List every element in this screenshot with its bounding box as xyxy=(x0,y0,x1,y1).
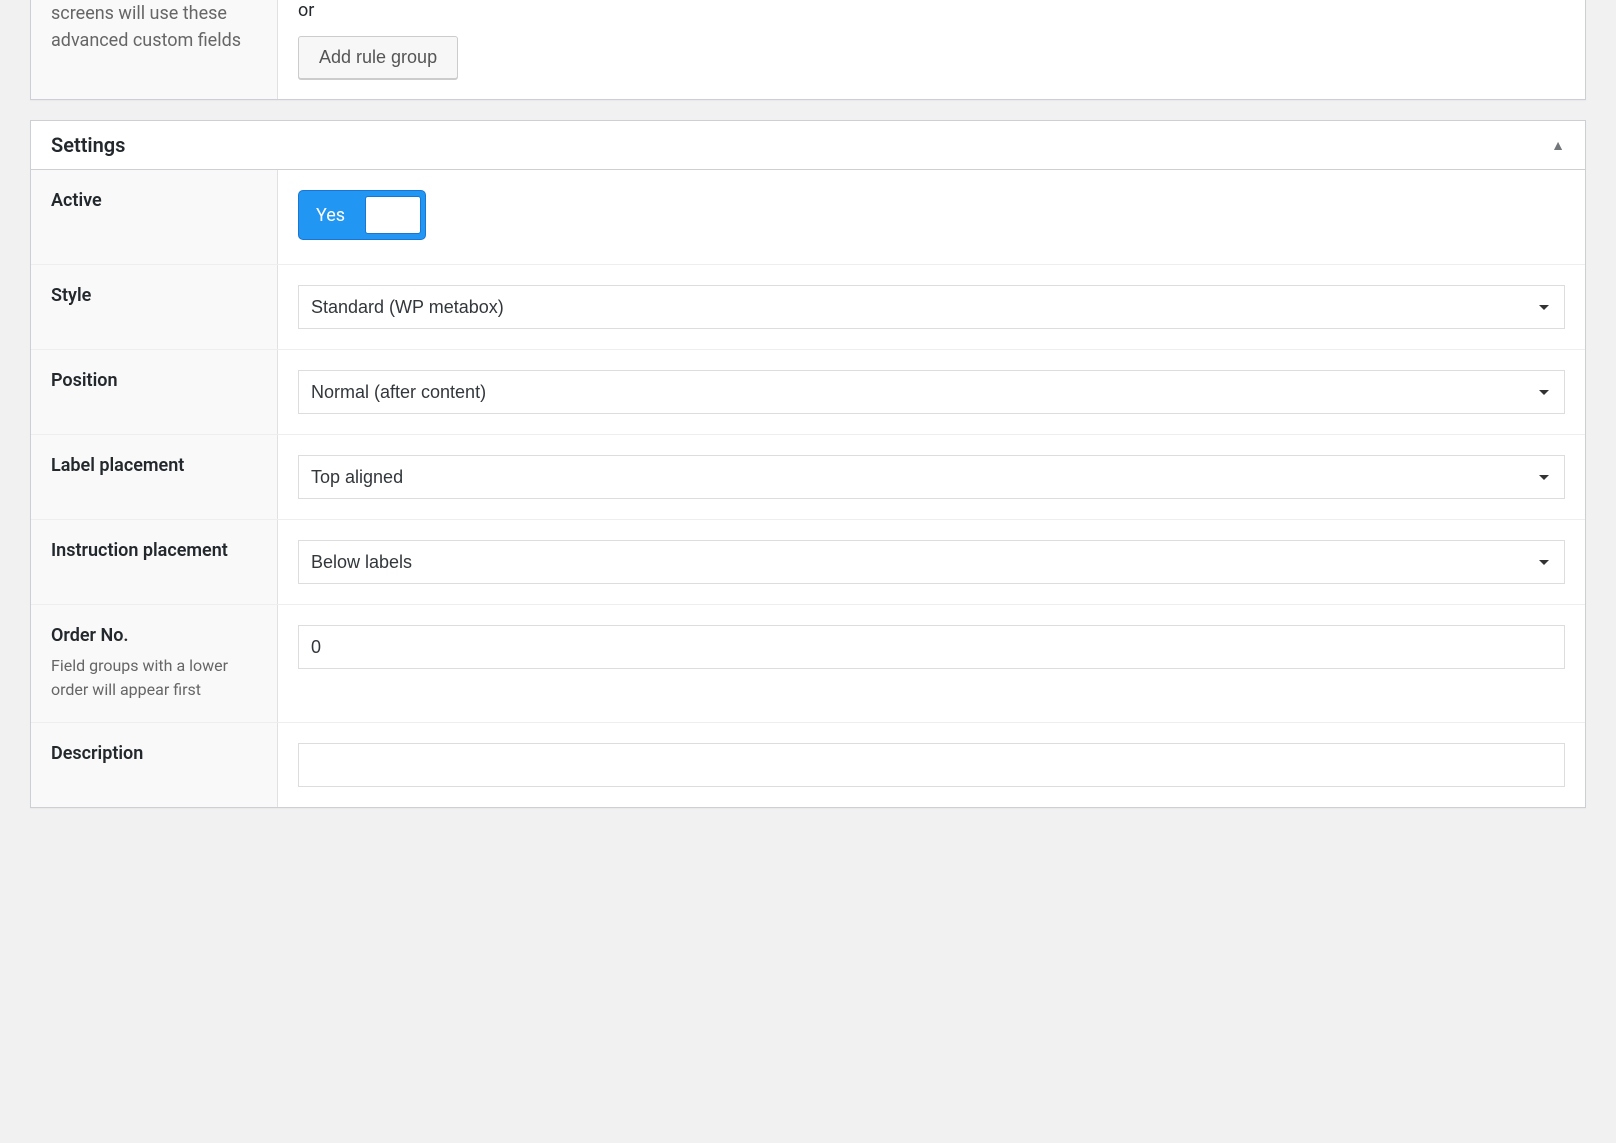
label-placement-field: Label placement Top aligned xyxy=(31,435,1585,520)
style-field: Style Standard (WP metabox) xyxy=(31,265,1585,350)
active-field: Active Yes xyxy=(31,170,1585,265)
instruction-placement-input-cell: Below labels xyxy=(278,520,1585,604)
position-input-cell: Normal (after content) xyxy=(278,350,1585,434)
order-no-label: Order No. xyxy=(51,625,257,646)
rules-field: screens will use these advanced custom f… xyxy=(31,0,1585,99)
style-select[interactable]: Standard (WP metabox) xyxy=(298,285,1565,329)
settings-metabox: Settings ▲ Active Yes Style Standard (WP… xyxy=(30,120,1586,808)
position-field: Position Normal (after content) xyxy=(31,350,1585,435)
active-label: Active xyxy=(51,190,257,211)
instruction-placement-field: Instruction placement Below labels xyxy=(31,520,1585,605)
active-input-cell: Yes xyxy=(278,170,1585,264)
style-label: Style xyxy=(51,285,257,306)
label-placement-label-cell: Label placement xyxy=(31,435,278,519)
position-select[interactable]: Normal (after content) xyxy=(298,370,1565,414)
location-metabox: screens will use these advanced custom f… xyxy=(30,0,1586,100)
instruction-placement-label-cell: Instruction placement xyxy=(31,520,278,604)
active-toggle-value: Yes xyxy=(304,205,357,226)
label-placement-select[interactable]: Top aligned xyxy=(298,455,1565,499)
instruction-placement-select[interactable]: Below labels xyxy=(298,540,1565,584)
style-label-cell: Style xyxy=(31,265,278,349)
description-input[interactable] xyxy=(298,743,1565,787)
label-placement-input-cell: Top aligned xyxy=(278,435,1585,519)
active-label-cell: Active xyxy=(31,170,278,264)
style-input-cell: Standard (WP metabox) xyxy=(278,265,1585,349)
active-toggle[interactable]: Yes xyxy=(298,190,426,240)
order-no-description: Field groups with a lower order will app… xyxy=(51,654,257,702)
collapse-icon[interactable]: ▲ xyxy=(1551,137,1565,154)
order-no-field: Order No. Field groups with a lower orde… xyxy=(31,605,1585,723)
settings-fields: Active Yes Style Standard (WP metabox) xyxy=(31,170,1585,807)
active-toggle-slider xyxy=(365,196,421,234)
order-no-input[interactable] xyxy=(298,625,1565,669)
description-field: Description xyxy=(31,723,1585,807)
settings-header[interactable]: Settings ▲ xyxy=(31,121,1585,170)
rules-label-cell: screens will use these advanced custom f… xyxy=(31,0,278,99)
or-label: or xyxy=(298,0,1565,21)
description-input-cell xyxy=(278,723,1585,807)
add-rule-group-button[interactable]: Add rule group xyxy=(298,36,458,79)
order-no-input-cell xyxy=(278,605,1585,722)
label-placement-label: Label placement xyxy=(51,455,257,476)
position-label-cell: Position xyxy=(31,350,278,434)
position-label: Position xyxy=(51,370,257,391)
settings-title: Settings xyxy=(51,133,125,157)
rules-input-cell: or Add rule group xyxy=(278,0,1585,99)
instruction-placement-label: Instruction placement xyxy=(51,540,257,561)
rules-description: screens will use these advanced custom f… xyxy=(51,0,257,54)
order-no-label-cell: Order No. Field groups with a lower orde… xyxy=(31,605,278,722)
description-label-cell: Description xyxy=(31,723,278,807)
description-label: Description xyxy=(51,743,257,764)
